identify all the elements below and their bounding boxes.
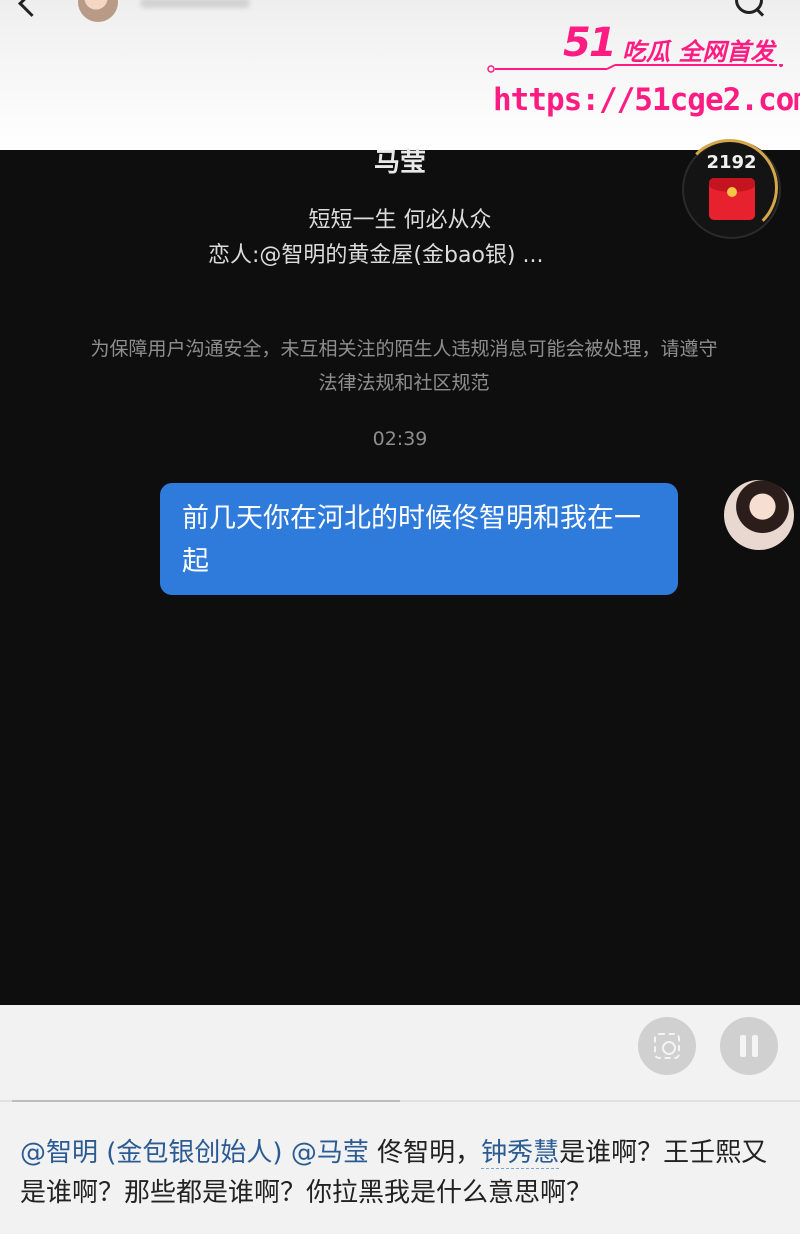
- message-timestamp: 02:39: [372, 428, 428, 450]
- sender-avatar[interactable]: [724, 480, 794, 550]
- contact-name: 马莹: [373, 148, 426, 178]
- scan-icon[interactable]: [638, 1017, 696, 1075]
- watermark-url: https://51cge2.com: [493, 82, 800, 118]
- author-avatar[interactable]: [78, 0, 118, 22]
- red-packet-icon: [709, 178, 755, 220]
- viewer-count: 2192: [706, 152, 757, 173]
- sent-message-bubble[interactable]: 前几天你在河北的时候佟智明和我在一起: [160, 483, 678, 595]
- watermark-tagline: 吃瓜 全网首发: [622, 38, 775, 66]
- post-footer: @智明 (金包银创始人) @马莹 佟智明，钟秀慧是谁啊？王壬熙又是谁啊？那些都是…: [0, 1005, 800, 1234]
- contact-lover-line[interactable]: 恋人:@智明的黄金屋(金bao银) ...: [208, 237, 543, 269]
- author-name-blurred: [140, 0, 250, 8]
- mention-zhiming[interactable]: @智明 (金包银创始人): [20, 1138, 283, 1168]
- post-caption: @智明 (金包银创始人) @马莹 佟智明，钟秀慧是谁啊？王壬熙又是谁啊？那些都是…: [20, 1133, 780, 1213]
- caption-text-1: 佟智明，: [368, 1138, 482, 1168]
- pause-icon[interactable]: [720, 1017, 778, 1075]
- live-red-packet-widget[interactable]: 2192: [681, 139, 781, 239]
- back-icon[interactable]: [18, 0, 45, 17]
- chat-screenshot: 马莹 短短一生 何必从众 恋人:@智明的黄金屋(金bao银) ... 为保障用户…: [0, 139, 800, 1005]
- watermark-circuit-line: [487, 64, 783, 73]
- contact-signature: 短短一生 何必从众: [308, 208, 492, 233]
- safety-notice: 为保障用户沟通安全，未互相关注的陌生人违规消息可能会被处理，请遵守法律法规和社区…: [90, 338, 718, 394]
- mention-maying[interactable]: @马莹: [291, 1138, 369, 1168]
- top-navigation-bar: 51 吃瓜 全网首发 https://51cge2.com: [0, 0, 800, 150]
- progress-fill: [12, 1100, 400, 1102]
- watermark-logo: 51: [563, 20, 617, 66]
- name-link[interactable]: 钟秀慧: [481, 1138, 560, 1169]
- search-icon[interactable]: [735, 0, 763, 14]
